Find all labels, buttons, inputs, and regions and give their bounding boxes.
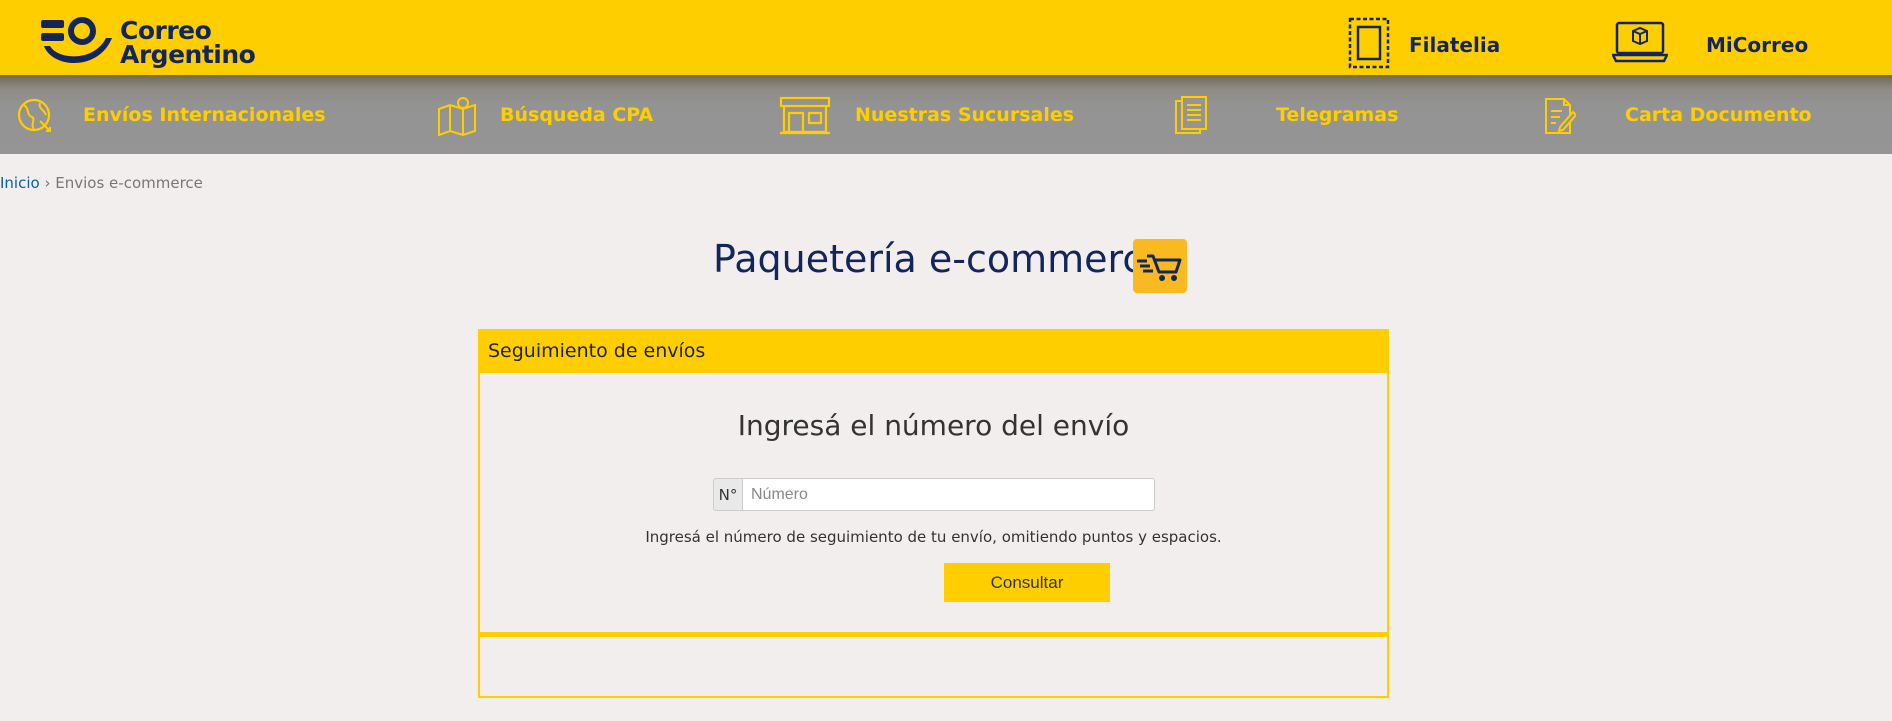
globe-icon [16,95,52,139]
nav-item-telegramas[interactable]: Telegramas [1174,75,1398,154]
nav-item-nuestras-sucursales[interactable]: Nuestras Sucursales [779,75,1074,154]
nav-item-busqueda-cpa[interactable]: Búsqueda CPA [437,75,653,154]
page-title: Paquetería e-commerce [713,237,1167,281]
nav-label: Carta Documento [1625,103,1812,126]
correo-argentino-logo[interactable]: Correo Argentino [40,16,256,70]
breadcrumb-separator: › [44,174,51,192]
nav-label: Nuestras Sucursales [855,103,1075,126]
tracking-prompt: Ingresá el número del envío [737,409,1130,442]
document-edit-icon [1542,95,1578,141]
shopping-cart-icon [1133,239,1187,293]
tracking-results-area [478,634,1389,698]
logo-mark-icon [40,16,116,70]
nav-label: Telegramas [1276,103,1399,126]
nav-item-envios-internacionales[interactable]: Envíos Internacionales [16,75,326,154]
store-icon [779,95,831,139]
main-nav: Envíos Internacionales Búsqueda CPA Nues… [0,75,1892,154]
tracking-hint: Ingresá el número de seguimiento de tu e… [645,528,1222,546]
nav-label: Búsqueda CPA [500,103,654,126]
micorreo-link[interactable]: MiCorreo [1610,18,1809,72]
filatelia-link[interactable]: Filatelia [1347,16,1501,74]
top-header: Correo Argentino Filatelia MiCorreo [0,0,1892,75]
logo-line-2: Argentino [120,40,256,69]
logo-wordmark: Correo Argentino [120,18,256,69]
breadcrumb-home-link[interactable]: Inicio [0,174,40,192]
tracking-panel-title: Seguimiento de envíos [488,340,706,362]
tracking-number-input[interactable] [742,478,1155,511]
tracking-panel-header: Seguimiento de envíos [478,329,1389,373]
stamp-icon [1347,16,1391,74]
nav-item-carta-documento[interactable]: Carta Documento [1542,75,1812,154]
tracking-panel-body: Ingresá el número del envío N° Ingresá e… [478,373,1389,634]
documents-icon [1174,95,1208,141]
tracking-number-group: N° [713,478,1155,511]
consultar-button[interactable]: Consultar [944,563,1110,602]
breadcrumb-current: Envios e-commerce [55,174,203,192]
filatelia-label: Filatelia [1409,33,1501,57]
nav-label: Envíos Internacionales [83,103,326,126]
number-prefix-addon: N° [713,478,742,511]
micorreo-label: MiCorreo [1706,33,1809,57]
breadcrumb: Inicio › Envios e-commerce [0,174,203,192]
laptop-package-icon [1610,21,1670,69]
map-pin-icon [437,95,477,141]
